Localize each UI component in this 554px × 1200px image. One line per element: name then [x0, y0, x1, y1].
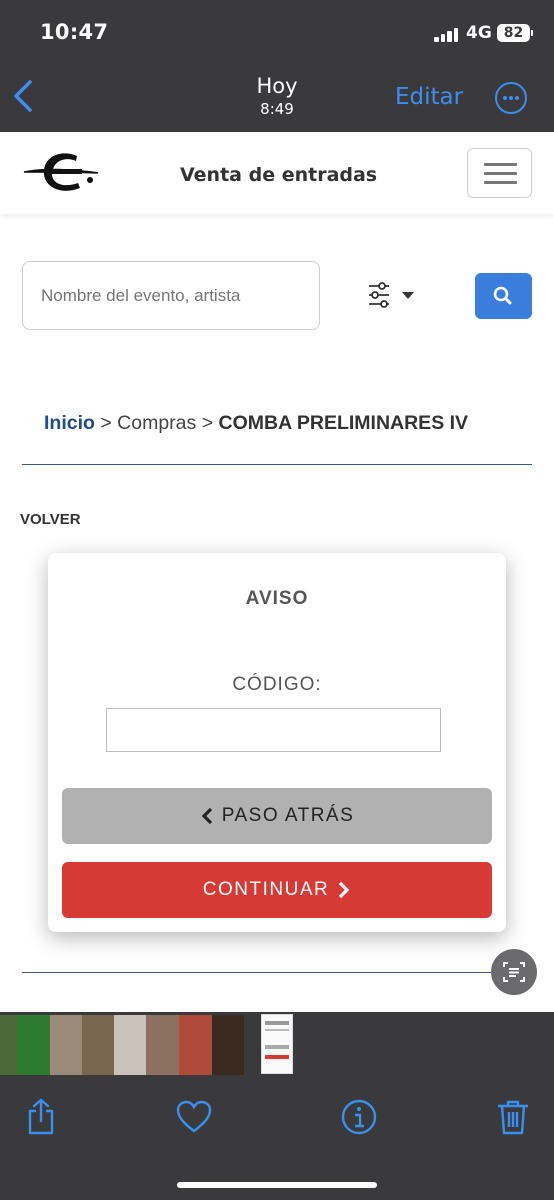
- viewer-date: Hoy: [256, 74, 298, 98]
- code-label: CÓDIGO:: [232, 674, 322, 695]
- photo-thumbnail[interactable]: [212, 1015, 244, 1075]
- search-button[interactable]: [475, 273, 532, 319]
- viewer-nav-bar: Hoy 8:49 Editar: [0, 64, 554, 132]
- breadcrumb-separator: >: [201, 412, 214, 434]
- viewer-time: 8:49: [260, 100, 294, 118]
- volver-link[interactable]: VOLVER: [20, 511, 81, 528]
- edit-button[interactable]: Editar: [395, 84, 463, 110]
- battery-cap: [531, 30, 533, 36]
- breadcrumb-home-link[interactable]: Inicio: [44, 412, 95, 434]
- breadcrumb-section-link[interactable]: Compras: [117, 412, 196, 434]
- signal-icon: [434, 27, 460, 42]
- photo-thumbnail[interactable]: [146, 1015, 179, 1075]
- modal-title: AVISO: [245, 588, 309, 609]
- more-options-icon[interactable]: [495, 82, 527, 114]
- photo-thumbnail[interactable]: [114, 1015, 146, 1075]
- photo-thumbnail-selected[interactable]: [261, 1014, 293, 1074]
- battery-level: 82: [503, 25, 524, 41]
- site-title: Venta de entradas: [180, 164, 378, 186]
- site-header: Venta de entradas: [0, 132, 554, 214]
- divider: [22, 972, 492, 973]
- search-input[interactable]: [22, 261, 320, 330]
- divider: [22, 464, 532, 465]
- chevron-down-icon: [402, 292, 414, 299]
- brand-logo[interactable]: [22, 150, 100, 200]
- photo-strip: [0, 1012, 554, 1200]
- chevron-left-icon: [201, 807, 212, 825]
- chevron-right-icon: [339, 881, 350, 899]
- photo-thumbnail[interactable]: [50, 1015, 82, 1075]
- share-icon[interactable]: [21, 1097, 61, 1137]
- heart-icon[interactable]: [174, 1097, 214, 1137]
- continue-label: CONTINUAR: [202, 879, 330, 900]
- search-icon: [493, 286, 512, 305]
- status-bar: 10:47 4G 82: [0, 0, 554, 64]
- photo-thumbnail[interactable]: [0, 1015, 17, 1075]
- battery-icon: 82: [497, 24, 530, 42]
- live-text-icon[interactable]: [491, 949, 537, 995]
- breadcrumb-separator: >: [100, 412, 112, 434]
- home-indicator: [177, 1182, 377, 1188]
- status-time: 10:47: [40, 20, 109, 44]
- breadcrumb: Inicio > Compras > COMBA PRELIMINARES IV: [44, 408, 524, 438]
- photo-thumbnail[interactable]: [179, 1015, 212, 1075]
- photo-thumbnail[interactable]: [82, 1015, 114, 1075]
- breadcrumb-current: COMBA PRELIMINARES IV: [218, 412, 469, 434]
- back-step-button[interactable]: PASO ATRÁS: [62, 788, 492, 844]
- code-input[interactable]: [106, 708, 441, 752]
- filter-icon[interactable]: [366, 281, 418, 311]
- info-icon[interactable]: [339, 1097, 379, 1137]
- trash-icon[interactable]: [493, 1097, 533, 1137]
- photo-thumbnail[interactable]: [17, 1015, 50, 1075]
- continue-button[interactable]: CONTINUAR: [62, 862, 492, 918]
- notice-modal: AVISO CÓDIGO: PASO ATRÁS CONTINUAR: [48, 553, 506, 932]
- menu-button[interactable]: [467, 148, 532, 198]
- network-type: 4G: [466, 23, 492, 43]
- back-step-label: PASO ATRÁS: [221, 805, 355, 826]
